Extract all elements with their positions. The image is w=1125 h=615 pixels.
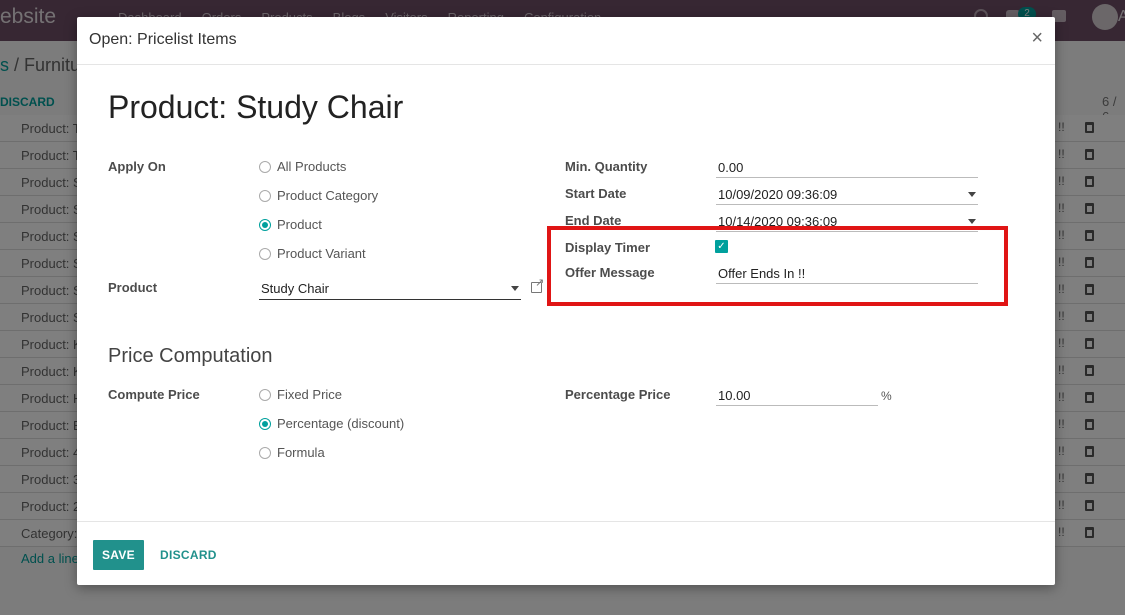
radio-product[interactable]: Product: [259, 217, 322, 232]
product-select[interactable]: Study Chair: [259, 281, 521, 300]
radio-percentage-discount[interactable]: Percentage (discount): [259, 416, 404, 431]
percentage-price-label: Percentage Price: [565, 387, 671, 402]
radio-formula[interactable]: Formula: [259, 445, 325, 460]
pricelist-item-dialog: Open: Pricelist Items × Product: Study C…: [77, 17, 1055, 585]
radio-button-selected[interactable]: [259, 218, 271, 231]
radio-label: Product Variant: [277, 246, 366, 261]
percentage-price-input[interactable]: 10.00: [716, 388, 878, 406]
product-label: Product: [108, 280, 158, 295]
close-icon[interactable]: ×: [1031, 27, 1043, 50]
external-link-icon[interactable]: [531, 276, 544, 293]
chevron-down-icon[interactable]: [511, 286, 519, 291]
start-date-input[interactable]: 10/09/2020 09:36:09: [716, 187, 978, 205]
radio-button[interactable]: [259, 160, 271, 173]
percentage-price-value: 10.00: [718, 388, 751, 403]
radio-all-products[interactable]: All Products: [259, 159, 346, 174]
save-button[interactable]: SAVE: [93, 540, 144, 570]
radio-label: Fixed Price: [277, 387, 343, 402]
chevron-down-icon[interactable]: [968, 192, 976, 197]
dialog-footer: SAVE DISCARD: [77, 521, 1055, 585]
highlight-box: [547, 226, 1008, 306]
compute-price-label: Compute Price: [108, 387, 200, 402]
apply-on-label: Apply On: [108, 159, 166, 174]
discard-button[interactable]: DISCARD: [160, 548, 217, 562]
radio-product-category[interactable]: Product Category: [259, 188, 378, 203]
percent-unit: %: [881, 389, 892, 403]
radio-button[interactable]: [259, 247, 271, 260]
radio-button[interactable]: [259, 446, 271, 459]
min-quantity-input[interactable]: 0.00: [716, 160, 978, 178]
start-date-value: 10/09/2020 09:36:09: [718, 187, 838, 202]
min-quantity-label: Min. Quantity: [565, 159, 648, 174]
radio-label: Formula: [277, 445, 325, 460]
radio-button[interactable]: [259, 388, 271, 401]
radio-product-variant[interactable]: Product Variant: [259, 246, 366, 261]
radio-label: Product: [277, 217, 322, 232]
radio-fixed-price[interactable]: Fixed Price: [259, 387, 342, 402]
dialog-header: Open: Pricelist Items ×: [77, 17, 1055, 65]
chevron-down-icon[interactable]: [968, 219, 976, 224]
radio-label: Product Category: [277, 188, 379, 203]
radio-label: Percentage (discount): [277, 416, 405, 431]
min-quantity-value: 0.00: [718, 160, 744, 175]
product-title: Product: Study Chair: [108, 89, 404, 125]
start-date-label: Start Date: [565, 186, 627, 201]
radio-label: All Products: [277, 159, 347, 174]
radio-button[interactable]: [259, 189, 271, 202]
price-computation-title: Price Computation: [108, 345, 273, 367]
dialog-title: Open: Pricelist Items: [89, 31, 237, 48]
radio-button-selected[interactable]: [259, 417, 271, 430]
product-value: Study Chair: [261, 281, 329, 296]
